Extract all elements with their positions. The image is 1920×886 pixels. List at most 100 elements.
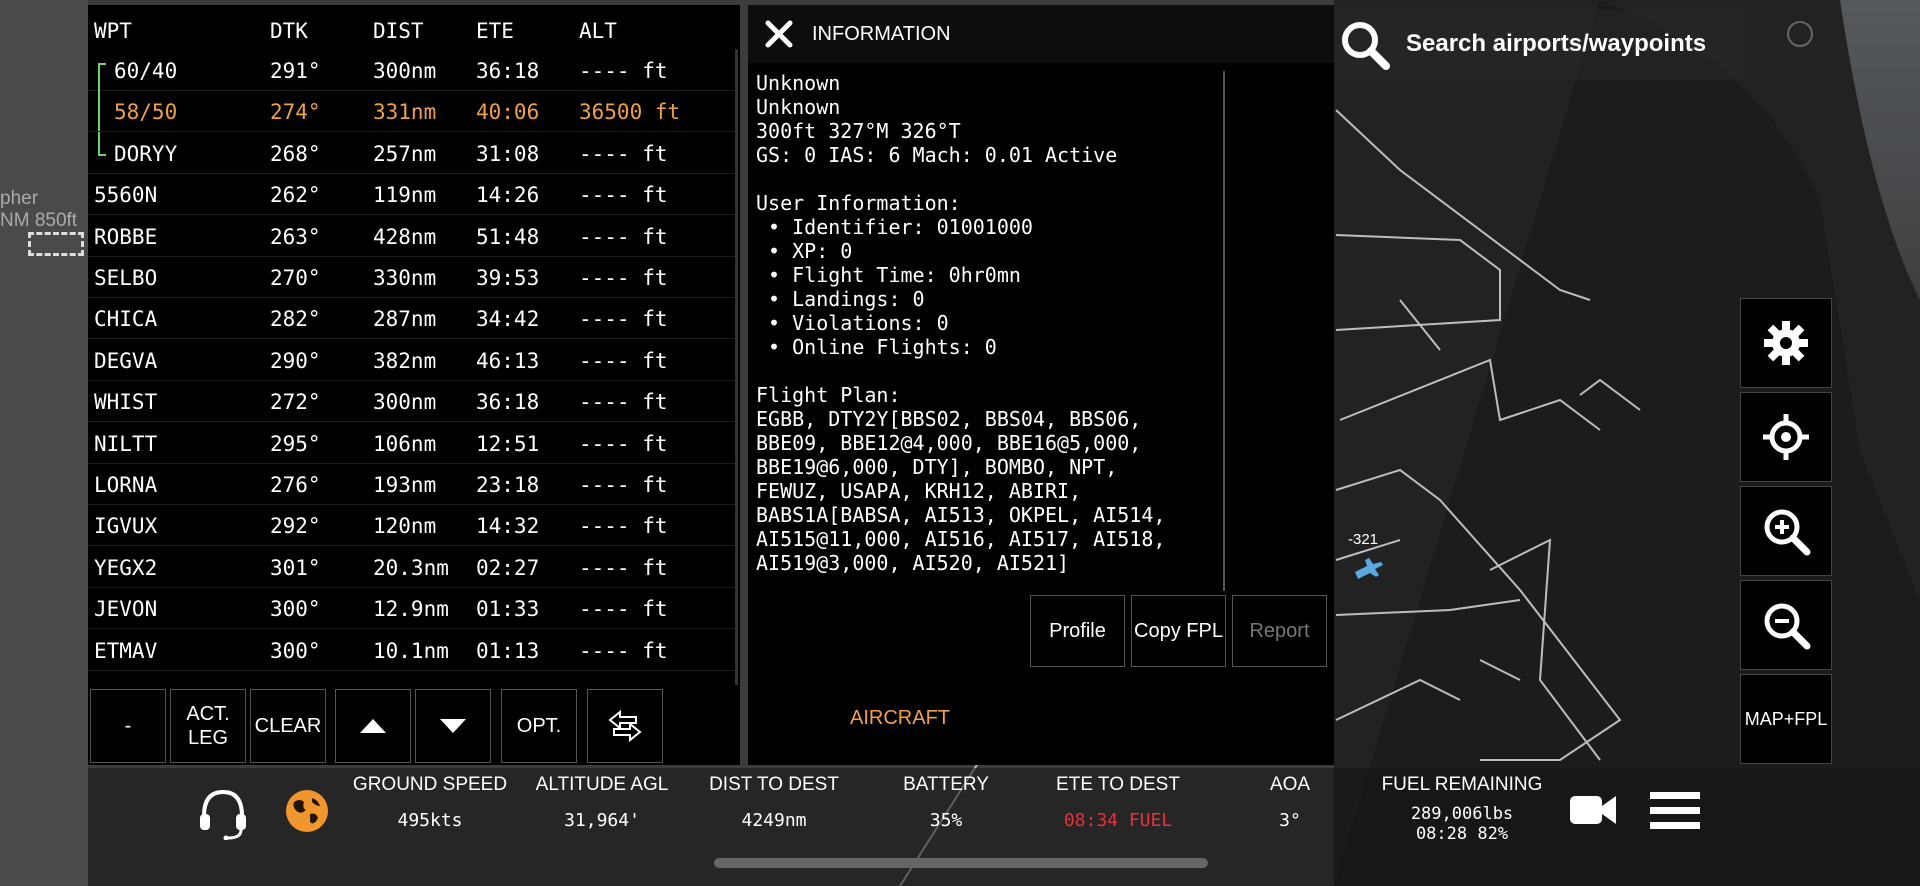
row-ete: 01:13	[476, 638, 540, 663]
fpl-row[interactable]: DEGVA 290° 382nm 46:13 ---- ft	[88, 339, 736, 381]
row-dtk: 282°	[270, 307, 321, 332]
search-input[interactable]: Search airports/waypoints	[1406, 30, 1706, 58]
center-button[interactable]	[1740, 392, 1832, 482]
fpl-row[interactable]: CHICA 282° 287nm 34:42 ---- ft	[88, 297, 736, 340]
row-alt: ---- ft	[579, 59, 668, 83]
row-ete: 36:18	[476, 390, 540, 415]
row-dtk: 263°	[270, 224, 321, 249]
row-alt: ---- ft	[579, 348, 668, 373]
camera-icon[interactable]	[1568, 790, 1618, 830]
row-dtk: 268°	[270, 141, 321, 166]
fpl-list[interactable]: 60/40 291° 300nm 36:18 ---- ft 58/50 274° 331nm…	[88, 49, 740, 685]
row-wpt: 5560N	[94, 183, 158, 208]
col-wpt: WPT	[94, 19, 132, 43]
dist-to-dest-stat: DIST TO DEST 4249nm	[709, 774, 839, 831]
fpl-row[interactable]: WHIST 272° 300nm 36:18 ---- ft	[88, 380, 736, 423]
ete-to-dest-stat: ETE TO DEST 08:34 FUEL	[1056, 774, 1180, 831]
profile-button[interactable]: Profile	[1030, 595, 1125, 667]
row-dtk: 276°	[270, 473, 321, 497]
row-alt: ---- ft	[579, 266, 668, 290]
fpl-row[interactable]: SELBO 270° 330nm 39:53 ---- ft	[88, 256, 736, 298]
fpl-row[interactable]: 58/50 274° 331nm 40:06 36500 ft	[88, 90, 736, 133]
row-dist: 330nm	[373, 266, 437, 290]
row-dtk: 290°	[270, 348, 321, 373]
row-dtk: 291°	[270, 59, 321, 83]
row-alt: ---- ft	[579, 514, 668, 539]
fpl-row[interactable]: 5560N 262° 119nm 14:26 ---- ft	[88, 173, 736, 216]
aoa-stat: AOA 3°	[1269, 774, 1311, 831]
row-ete: 01:33	[476, 597, 540, 622]
sub-route-bracket	[98, 90, 106, 132]
arrow-down-icon	[440, 719, 466, 733]
row-wpt: 58/50	[114, 100, 178, 125]
remove-button[interactable]: -	[90, 689, 166, 763]
row-dist: 300nm	[373, 59, 437, 83]
fpl-row[interactable]: IGVUX 292° 120nm 14:32 ---- ft	[88, 504, 736, 547]
fpl-row[interactable]: NILTT 295° 106nm 12:51 ---- ft	[88, 422, 736, 464]
zoom-out-button[interactable]	[1740, 580, 1832, 670]
report-button[interactable]: Report	[1232, 595, 1327, 667]
row-wpt: NILTT	[94, 431, 158, 456]
row-dist: 257nm	[373, 141, 437, 166]
fuel-remaining-stat: FUEL REMAINING 289,006lbs 08:28 82%	[1381, 774, 1543, 844]
zoom-out-icon	[1764, 603, 1811, 650]
row-dist: 300nm	[373, 390, 437, 415]
fpl-row[interactable]: ETMAV 300° 10.1nm 01:13 ---- ft	[88, 629, 736, 671]
row-alt: ---- ft	[579, 141, 668, 166]
close-icon[interactable]	[762, 17, 796, 51]
left-edge-marker	[28, 232, 84, 256]
row-dist: 10.1nm	[373, 638, 449, 663]
row-alt: 36500 ft	[579, 100, 681, 125]
aircraft-tab[interactable]: AIRCRAFT	[850, 707, 950, 730]
search-icon[interactable]	[1338, 18, 1394, 74]
settings-button[interactable]	[1740, 298, 1832, 388]
menu-icon[interactable]	[1650, 790, 1700, 830]
zoom-in-button[interactable]	[1740, 486, 1832, 576]
row-wpt: ROBBE	[94, 224, 158, 249]
col-ete: ETE	[476, 19, 514, 43]
sub-route-bracket	[98, 63, 106, 92]
fpl-button-bar: - ACT. LEG CLEAR OPT.	[88, 685, 740, 763]
fpl-row[interactable]: LORNA 276° 193nm 23:18 ---- ft	[88, 463, 736, 505]
row-alt: ---- ft	[579, 390, 668, 415]
move-down-button[interactable]	[415, 689, 491, 763]
row-ete: 14:32	[476, 514, 540, 539]
row-ete: 40:06	[476, 100, 540, 125]
row-dtk: 274°	[270, 100, 321, 125]
row-ete: 36:18	[476, 59, 540, 83]
fpl-row[interactable]: DORYY 268° 257nm 31:08 ---- ft	[88, 131, 736, 174]
info-header: INFORMATION	[748, 5, 1334, 63]
headset-icon[interactable]	[196, 786, 250, 840]
row-wpt: 60/40	[114, 59, 178, 83]
info-scrollbar[interactable]	[1223, 71, 1225, 591]
row-wpt: DEGVA	[94, 348, 158, 373]
row-dist: 193nm	[373, 473, 437, 497]
fpl-row[interactable]: ROBBE 263° 428nm 51:48 ---- ft	[88, 215, 736, 257]
zoom-in-icon	[1764, 509, 1811, 556]
move-up-button[interactable]	[335, 689, 411, 763]
fpl-row[interactable]: YEGX2 301° 20.3nm 02:27 ---- ft	[88, 546, 736, 588]
row-ete: 02:27	[476, 555, 540, 580]
row-alt: ---- ft	[579, 224, 668, 249]
swap-button[interactable]	[587, 689, 663, 763]
row-alt: ---- ft	[579, 638, 668, 663]
fpl-row[interactable]: 60/40 291° 300nm 36:18 ---- ft	[88, 49, 736, 92]
clear-button[interactable]: CLEAR	[250, 689, 326, 763]
row-ete: 39:53	[476, 266, 540, 290]
options-button[interactable]: OPT.	[501, 689, 577, 763]
row-wpt: SELBO	[94, 266, 158, 290]
information-panel: INFORMATION Unknown Unknown 300ft 327°M …	[748, 5, 1334, 765]
map-fpl-button[interactable]: MAP+FPL	[1740, 674, 1832, 764]
copy-fpl-button[interactable]: Copy FPL	[1131, 595, 1226, 667]
fpl-row[interactable]: JEVON 300° 12.9nm 01:33 ---- ft	[88, 587, 736, 630]
globe-icon[interactable]	[284, 788, 330, 834]
row-wpt: DORYY	[114, 141, 178, 166]
fpl-scrollbar[interactable]	[735, 49, 738, 685]
row-dtk: 295°	[270, 431, 321, 456]
row-dtk: 292°	[270, 514, 321, 539]
act-leg-button[interactable]: ACT. LEG	[170, 689, 246, 763]
home-indicator[interactable]	[714, 858, 1208, 868]
row-alt: ---- ft	[579, 183, 668, 208]
row-wpt: IGVUX	[94, 514, 158, 539]
col-dtk: DTK	[270, 19, 308, 43]
